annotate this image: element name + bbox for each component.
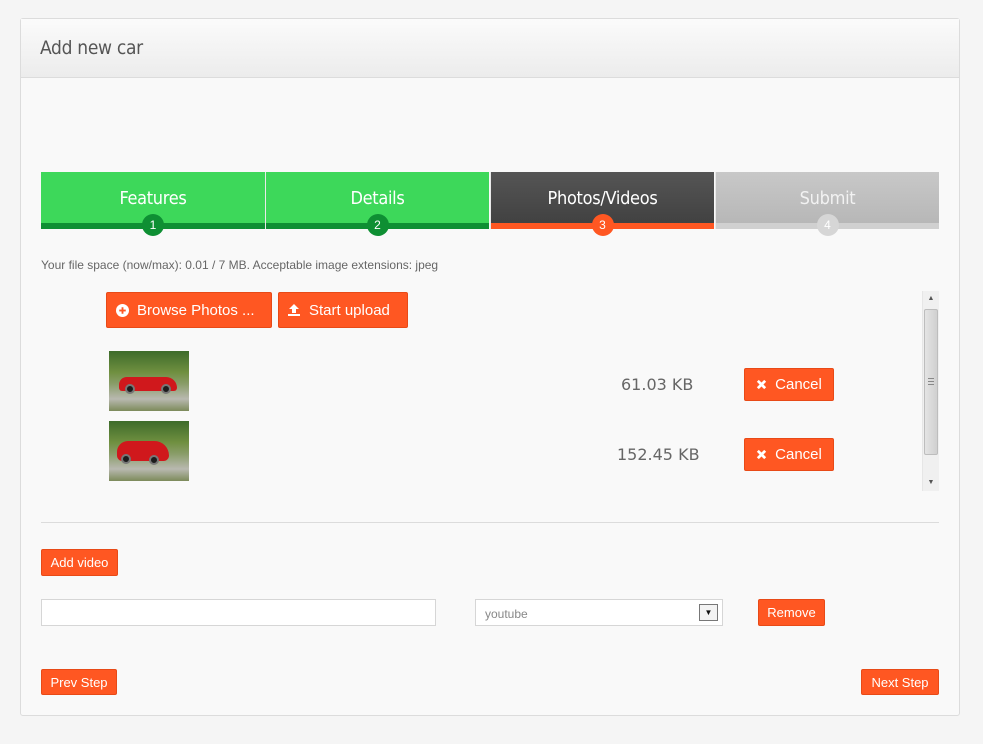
plus-circle-icon (116, 303, 129, 317)
car-wheel (121, 454, 131, 464)
car-wheel (125, 384, 135, 394)
step-label: Photos/Videos (547, 188, 658, 209)
next-step-button[interactable]: Next Step (861, 669, 939, 695)
step-number: 3 (591, 214, 614, 236)
file-space-info: Your file space (now/max): 0.01 / 7 MB. … (41, 258, 439, 272)
upload-scrollbar[interactable]: ▲ ▼ (922, 291, 939, 491)
scroll-down-icon[interactable]: ▼ (923, 475, 939, 491)
step-wizard: Features 1 Details 2 Photos/Videos 3 Sub… (41, 172, 939, 236)
step-details[interactable]: Details 2 (265, 172, 489, 236)
file-size: 152.45 KB (617, 445, 700, 464)
add-video-label: Add video (50, 555, 109, 570)
video-url-input[interactable] (41, 599, 436, 626)
cancel-button[interactable]: Cancel (744, 368, 834, 401)
caret-down-icon[interactable]: ▼ (699, 604, 718, 621)
remove-video-button[interactable]: Remove (758, 599, 825, 626)
add-car-panel: Add new car Features 1 Details 2 Photos/… (20, 18, 960, 716)
step-number: 1 (142, 214, 164, 236)
step-photos-videos[interactable]: Photos/Videos 3 (490, 172, 714, 236)
prev-step-label: Prev Step (50, 674, 108, 690)
car-wheel (149, 455, 159, 465)
photo-thumbnail (109, 421, 189, 481)
car-wheel (161, 384, 171, 394)
upload-list[interactable]: Browse Photos ... Start upload 61.03 KB … (41, 291, 939, 491)
close-icon (756, 379, 767, 390)
step-number: 2 (366, 214, 389, 236)
start-upload-button[interactable]: Start upload (278, 292, 408, 328)
scroll-up-icon[interactable]: ▲ (923, 291, 939, 307)
video-source-select[interactable]: youtube ▼ (475, 599, 723, 626)
upload-icon (287, 303, 301, 317)
prev-step-button[interactable]: Prev Step (41, 669, 117, 695)
section-divider (41, 522, 939, 523)
cancel-label: Cancel (775, 376, 822, 393)
step-features[interactable]: Features 1 (41, 172, 265, 236)
remove-label: Remove (767, 605, 816, 620)
add-video-button[interactable]: Add video (41, 549, 118, 576)
scroll-thumb[interactable] (924, 309, 938, 455)
cancel-label: Cancel (775, 446, 822, 463)
step-label: Details (350, 188, 405, 209)
browse-label: Browse Photos ... (137, 301, 255, 319)
step-number: 4 (816, 214, 839, 236)
photo-thumbnail (109, 351, 189, 411)
panel-header: Add new car (21, 19, 959, 78)
page-title: Add new car (40, 37, 143, 59)
browse-photos-button[interactable]: Browse Photos ... (106, 292, 272, 328)
step-label: Features (119, 188, 187, 209)
start-upload-label: Start upload (309, 301, 390, 319)
file-size: 61.03 KB (621, 375, 694, 394)
cancel-button[interactable]: Cancel (744, 438, 834, 471)
video-source-value: youtube (485, 607, 528, 621)
close-icon (756, 449, 767, 460)
scroll-grip-icon (928, 378, 934, 385)
next-step-label: Next Step (871, 674, 929, 690)
step-label: Submit (799, 188, 856, 209)
step-submit[interactable]: Submit 4 (715, 172, 939, 236)
